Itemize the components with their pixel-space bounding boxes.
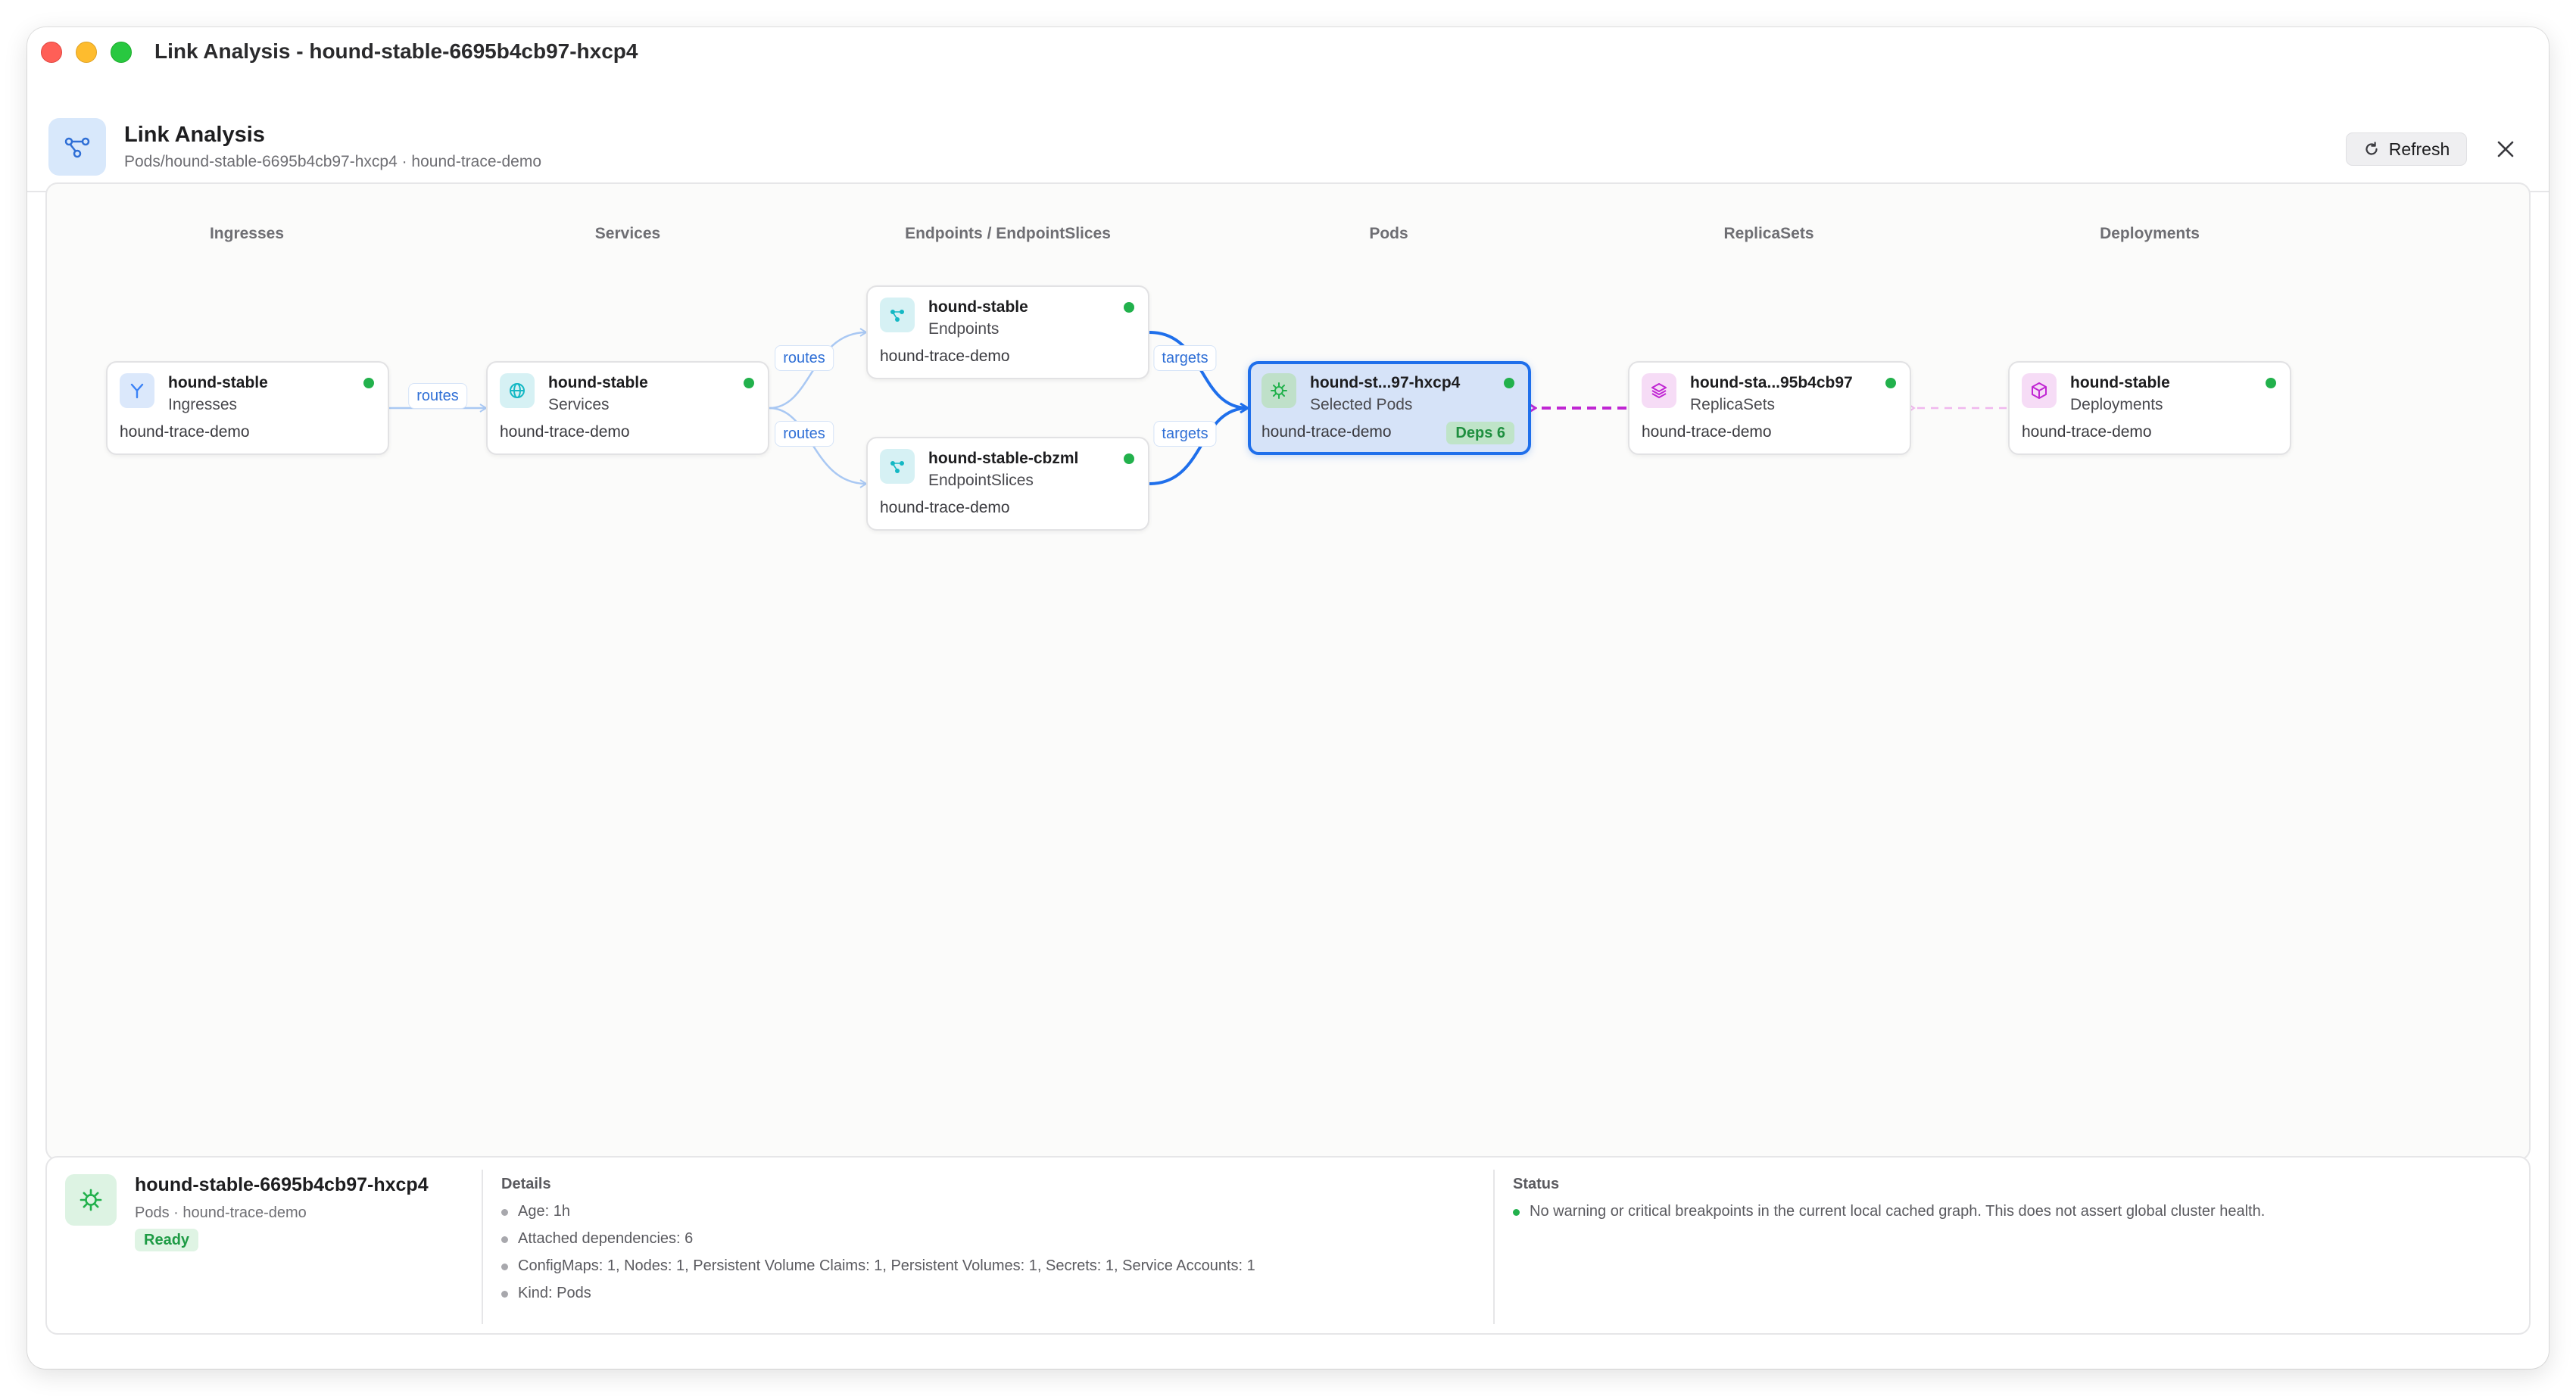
node-kind: Ingresses [168,396,238,413]
ingress-icon [120,373,154,408]
edge-label-targets: targets [1153,345,1217,371]
node-deployment[interactable]: hound-stable Deployments hound-trace-dem… [2008,361,2291,455]
close-icon [2497,141,2514,157]
status-item: No warning or critical breakpoints in th… [1513,1203,2265,1220]
node-kind: Selected Pods [1310,396,1413,413]
title-bar: Link Analysis - hound-stable-6695b4cb97-… [27,27,2549,76]
pod-icon [1261,373,1296,408]
node-replicaset[interactable]: hound-sta...95b4cb97 ReplicaSets hound-t… [1628,361,1911,455]
status-dot [2266,378,2276,388]
status-dot [1885,378,1896,388]
ready-badge: Ready [135,1229,199,1251]
status-dot [1124,302,1134,313]
window-title: Link Analysis - hound-stable-6695b4cb97-… [154,39,638,63]
status-dot [1124,453,1134,464]
node-namespace: hound-trace-demo [500,423,630,441]
panel-subtitle: Pods/hound-stable-6695b4cb97-hxcp4 · hou… [124,153,542,170]
graph-canvas[interactable]: Ingresses Services Endpoints / EndpointS… [45,182,2531,1161]
node-kind: Services [548,396,610,413]
divider [1493,1170,1495,1324]
node-name: hound-stable [548,374,648,391]
status-section-title: Status [1513,1176,1560,1192]
node-namespace: hound-trace-demo [1261,423,1392,441]
details-item: Age: 1h [501,1203,570,1220]
details-item: Attached dependencies: 6 [501,1230,693,1248]
node-service[interactable]: hound-stable Services hound-trace-demo [486,361,769,455]
dependency-count-badge: Deps 6 [1446,422,1514,444]
node-kind: ReplicaSets [1690,396,1776,413]
panel-title: Link Analysis [124,123,265,147]
node-namespace: hound-trace-demo [2022,423,2152,441]
edge-label-routes: routes [775,421,834,447]
details-item: Kind: Pods [501,1285,591,1302]
details-section-title: Details [501,1176,551,1192]
node-kind: Endpoints [928,320,1000,338]
node-endpointslice[interactable]: hound-stable-cbzml EndpointSlices hound-… [866,437,1149,531]
pod-icon [65,1174,117,1226]
endpoints-icon [880,298,915,332]
node-name: hound-stable [2070,374,2170,391]
zoom-window-button[interactable] [111,42,132,63]
close-panel-button[interactable] [2491,135,2520,164]
node-name: hound-stable [928,298,1028,316]
refresh-icon [2365,142,2378,155]
refresh-label: Refresh [2388,139,2450,159]
layers-icon [1642,373,1676,408]
node-ingress[interactable]: hound-stable Ingresses hound-trace-demo [106,361,389,455]
node-namespace: hound-trace-demo [120,423,250,441]
divider [482,1170,483,1324]
edge-label-targets: targets [1153,421,1217,447]
close-window-button[interactable] [41,42,62,63]
node-name: hound-sta...95b4cb97 [1690,374,1853,391]
globe-icon [500,373,535,408]
node-namespace: hound-trace-demo [1642,423,1772,441]
status-dot [744,378,754,388]
refresh-button[interactable]: Refresh [2346,132,2467,166]
edge-label-routes: routes [775,345,834,371]
graph-edges [389,328,2007,488]
cube-icon [2022,373,2057,408]
node-kind: Deployments [2070,396,2163,413]
status-dot [363,378,374,388]
link-analysis-window: Link Analysis - hound-stable-6695b4cb97-… [27,27,2549,1369]
node-name: hound-st...97-hxcp4 [1310,374,1461,391]
node-name: hound-stable [168,374,268,391]
endpoints-icon [880,449,915,484]
minimize-window-button[interactable] [76,42,97,63]
details-panel: hound-stable-6695b4cb97-hxcp4 Pods · hou… [45,1156,2531,1335]
selected-resource-kind: Pods · hound-trace-demo [135,1204,307,1221]
details-item: ConfigMaps: 1, Nodes: 1, Persistent Volu… [501,1257,1255,1275]
node-namespace: hound-trace-demo [880,347,1010,365]
status-dot [1504,378,1514,388]
edge-label-routes: routes [408,383,467,409]
node-selected-pod[interactable]: hound-st...97-hxcp4 Selected Pods hound-… [1248,361,1531,455]
node-namespace: hound-trace-demo [880,499,1010,516]
link-analysis-icon [48,118,106,176]
selected-resource-name: hound-stable-6695b4cb97-hxcp4 [135,1174,429,1195]
node-kind: EndpointSlices [928,472,1034,489]
node-name: hound-stable-cbzml [928,450,1079,467]
panel-header: Link Analysis Pods/hound-stable-6695b4cb… [27,76,2549,192]
node-endpoints[interactable]: hound-stable Endpoints hound-trace-demo [866,285,1149,379]
